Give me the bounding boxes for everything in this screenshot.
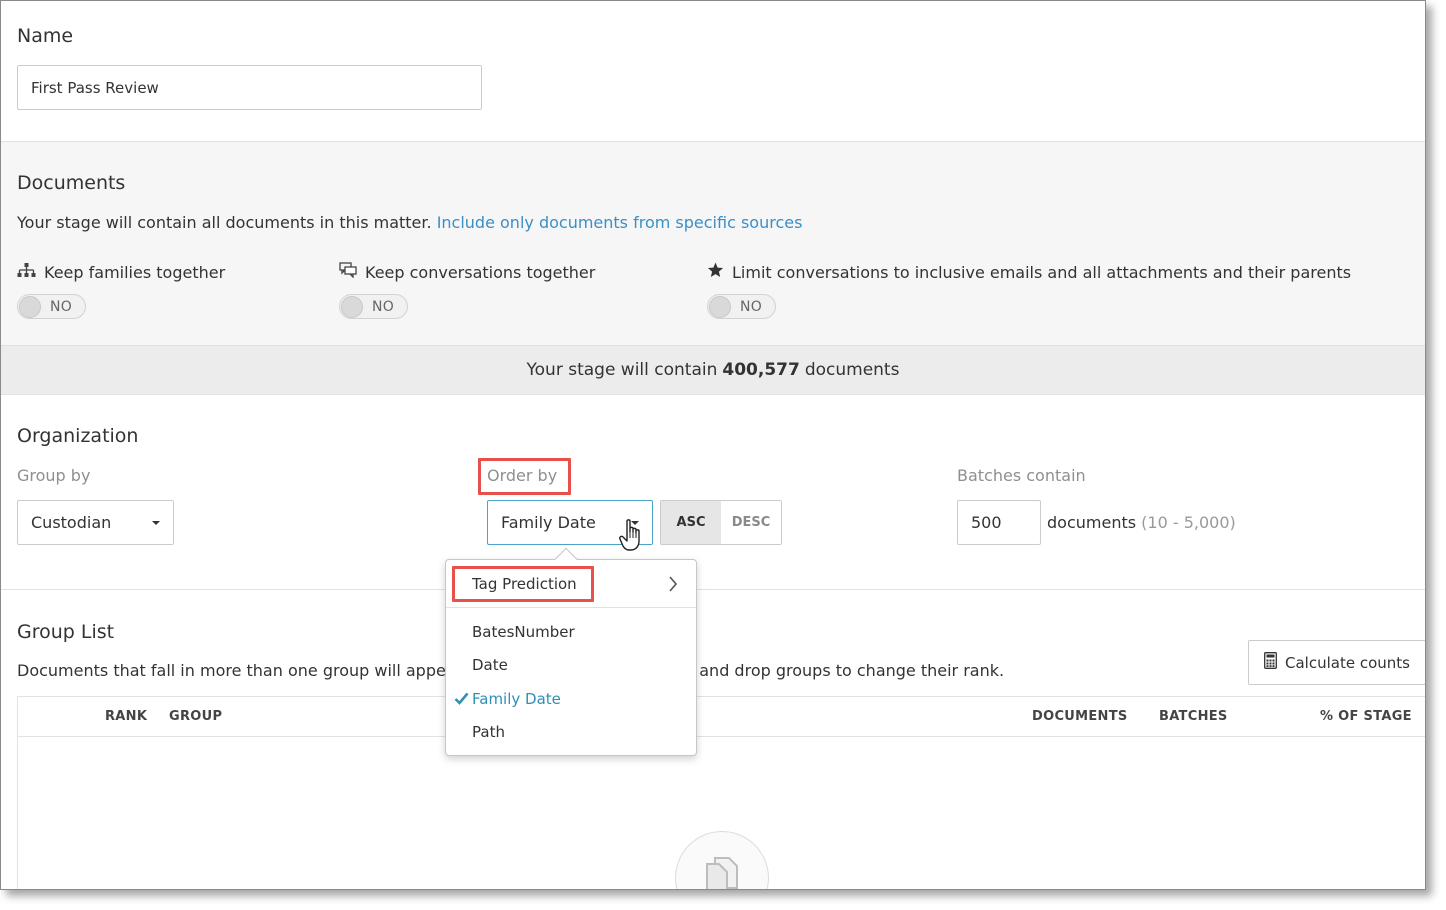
menu-item-family-date[interactable]: Family Date bbox=[472, 690, 561, 708]
hierarchy-icon bbox=[17, 262, 36, 282]
section-divider bbox=[1, 589, 1425, 590]
toggle-knob bbox=[709, 295, 731, 318]
keep-conversations-option: Keep conversations together bbox=[339, 262, 595, 282]
sort-asc-button[interactable]: ASC bbox=[661, 501, 721, 544]
group-list-title: Group List bbox=[17, 621, 115, 643]
limit-conversations-toggle[interactable]: NO bbox=[707, 294, 776, 319]
toggle-state: NO bbox=[50, 298, 73, 315]
menu-item-date[interactable]: Date bbox=[472, 656, 508, 674]
keep-families-toggle[interactable]: NO bbox=[17, 294, 86, 319]
toggle-knob bbox=[341, 295, 363, 318]
toggle-state: NO bbox=[740, 298, 763, 315]
sort-direction-toggle[interactable]: ASC DESC bbox=[660, 500, 782, 545]
documents-copy-icon bbox=[701, 854, 743, 889]
keep-families-option: Keep families together bbox=[17, 262, 225, 282]
hand-cursor-icon bbox=[619, 519, 645, 557]
count-suffix: documents bbox=[804, 360, 900, 380]
chevron-down-icon bbox=[152, 520, 160, 525]
include-specific-sources-link[interactable]: Include only documents from specific sou… bbox=[437, 213, 803, 232]
toggle-knob bbox=[19, 295, 41, 318]
menu-item-path[interactable]: Path bbox=[472, 723, 505, 741]
batch-size-value: 500 bbox=[971, 513, 1002, 532]
documents-description: Your stage will contain all documents in… bbox=[17, 213, 802, 232]
column-rank[interactable]: RANK bbox=[105, 709, 147, 724]
group-table-header: RANK GROUP DOCUMENTS BATCHES % OF STAGE bbox=[17, 696, 1425, 737]
organization-section-title: Organization bbox=[17, 425, 139, 447]
column-documents[interactable]: DOCUMENTS bbox=[1032, 709, 1128, 724]
limit-conversations-label: Limit conversations to inclusive emails … bbox=[732, 262, 1352, 282]
documents-description-text: Your stage will contain all documents in… bbox=[17, 213, 432, 232]
keep-families-label: Keep families together bbox=[44, 262, 226, 282]
toggle-state: NO bbox=[372, 298, 395, 315]
conversation-icon bbox=[339, 262, 357, 282]
sort-desc-button[interactable]: DESC bbox=[721, 501, 781, 544]
order-by-value: Family Date bbox=[501, 513, 596, 532]
column-batches[interactable]: BATCHES bbox=[1159, 709, 1228, 724]
keep-conversations-label: Keep conversations together bbox=[365, 262, 596, 282]
calculator-icon bbox=[1264, 652, 1277, 673]
tag-prediction-highlight bbox=[452, 566, 594, 602]
count-prefix: Your stage will contain bbox=[526, 360, 718, 380]
group-by-select[interactable]: Custodian bbox=[17, 500, 174, 545]
order-by-highlight bbox=[478, 458, 571, 495]
column-group[interactable]: GROUP bbox=[169, 709, 222, 724]
stage-settings-panel: Name First Pass Review Documents Your st… bbox=[0, 0, 1426, 890]
menu-divider bbox=[446, 607, 696, 608]
group-list-description-end: g and drop groups to change their rank. bbox=[684, 661, 1005, 680]
batches-contain-label: Batches contain bbox=[957, 466, 1086, 485]
calculate-counts-button[interactable]: Calculate counts bbox=[1248, 640, 1425, 685]
limit-conversations-option: Limit conversations to inclusive emails … bbox=[707, 262, 1351, 282]
stage-name-value: First Pass Review bbox=[31, 78, 159, 97]
documents-section-title: Documents bbox=[17, 172, 126, 194]
name-section-title: Name bbox=[17, 25, 74, 47]
batch-unit: documents bbox=[1047, 513, 1137, 532]
column-percent-of-stage[interactable]: % OF STAGE bbox=[1320, 709, 1412, 724]
document-count-bar: Your stage will contain 400,577 document… bbox=[1, 345, 1425, 395]
star-icon bbox=[707, 262, 724, 282]
group-list-description-start: Documents that fall in more than one gro… bbox=[17, 661, 472, 680]
checkmark-icon bbox=[454, 690, 469, 709]
menu-item-bates-number[interactable]: BatesNumber bbox=[472, 623, 575, 641]
stage-name-input[interactable]: First Pass Review bbox=[17, 65, 482, 110]
keep-conversations-toggle[interactable]: NO bbox=[339, 294, 408, 319]
batch-size-hint: documents (10 - 5,000) bbox=[1047, 513, 1236, 532]
document-count: 400,577 bbox=[722, 360, 800, 380]
batch-size-input[interactable]: 500 bbox=[957, 500, 1041, 545]
batch-range: (10 - 5,000) bbox=[1141, 513, 1236, 532]
chevron-right-icon bbox=[668, 576, 678, 596]
calculate-counts-label: Calculate counts bbox=[1285, 653, 1410, 672]
group-by-label: Group by bbox=[17, 466, 91, 485]
group-by-value: Custodian bbox=[31, 513, 112, 532]
